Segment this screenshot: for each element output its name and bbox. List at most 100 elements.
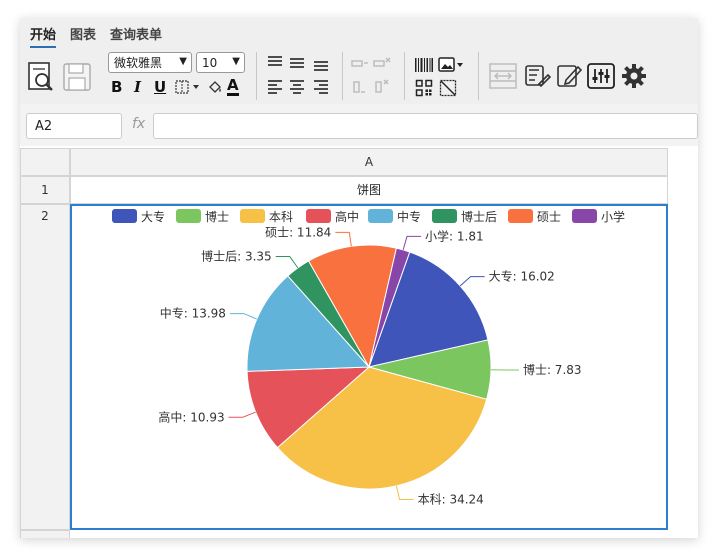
font-color-button[interactable]: A [227,77,239,96]
legend-swatch [240,209,265,223]
legend-item[interactable]: 小学 [572,209,625,224]
app-window: 开始 图表 查询表单 微软雅黑 ▼ 10 ▼ B I U A A2 fx A 1… [20,18,698,538]
label-leader-line [395,485,414,501]
select-all-corner[interactable] [20,148,70,176]
legend-label: 硕士 [537,210,561,224]
pencil-edit-icon[interactable] [556,62,584,90]
underline-button[interactable]: U [154,78,166,96]
legend-swatch [432,209,457,223]
tab-start[interactable]: 开始 [30,24,57,48]
data-label: 高中: 10.93 [158,409,224,424]
data-label: 博士: 7.83 [523,362,582,377]
cell-a2-chart[interactable]: 大专 博士 本科 高中 中专 博士后 硕士 小学 大专: 16.02 博士: 7.83 本科: 3… [70,204,668,530]
settings-sliders-icon[interactable] [586,62,616,90]
form-edit-icon[interactable] [524,62,552,90]
toolbar-divider [342,52,343,100]
toolbar-divider [404,52,405,100]
formula-bar: A2 fx [20,104,698,147]
column-width-icon[interactable] [488,62,518,90]
legend-item[interactable]: 高中 [306,209,359,224]
data-label: 中专: 13.98 [160,306,226,321]
vertical-align-group [266,54,334,72]
data-label: 博士后: 3.35 [201,249,272,264]
ribbon-toolbar: 开始 图表 查询表单 微软雅黑 ▼ 10 ▼ B I U A [20,18,698,104]
font-size-select[interactable]: 10 ▼ [196,52,245,73]
label-leader-line [275,256,299,269]
font-family-value: 微软雅黑 [114,56,163,70]
legend-swatch [176,209,201,223]
chart-legend: 大专 博士 本科 高中 中专 博士后 硕士 小学 [112,209,625,224]
legend-swatch [572,209,597,223]
legend-item[interactable]: 本科 [240,209,293,224]
label-leader-line [402,235,422,251]
insert-delete-group [350,56,394,98]
legend-label: 小学 [601,209,625,224]
fill-color-icon[interactable] [206,78,224,96]
row-header-2[interactable]: 2 [20,204,70,530]
gear-icon[interactable] [620,62,648,90]
print-preview-icon[interactable] [24,60,58,94]
tab-query-form[interactable]: 查询表单 [110,24,162,48]
legend-label: 大专 [141,209,165,224]
pie-chart: 大专 博士 本科 高中 中专 博士后 硕士 小学 大专: 16.02 博士: 7.83 本科: 3… [112,209,625,507]
align-bottom-icon [314,61,328,71]
legend-item[interactable]: 硕士 [508,209,561,224]
pie-slices [246,244,492,490]
legend-label: 高中 [335,209,359,224]
horizontal-align-group [266,78,334,96]
legend-item[interactable]: 博士后 [432,209,497,224]
legend-swatch [306,209,331,223]
legend-item[interactable]: 大专 [112,209,165,224]
legend-label: 本科 [269,210,293,224]
data-label: 硕士: 11.84 [265,225,331,239]
font-family-select[interactable]: 微软雅黑 ▼ [108,52,192,73]
insert-column-icon [353,81,365,93]
label-leader-line [335,231,352,247]
row-header-1[interactable]: 1 [20,176,70,204]
delete-row-icon [373,57,391,67]
fx-label: fx [132,116,146,132]
cell-a1[interactable]: 饼图 [70,176,668,204]
data-label: 小学: 1.81 [425,228,484,243]
italic-button[interactable]: I [134,78,141,96]
bold-button[interactable]: B [111,78,122,96]
legend-label: 博士后 [461,209,497,224]
label-leader-line [229,313,258,320]
align-left-icon [268,80,282,94]
legend-swatch [368,209,393,223]
formula-input[interactable] [153,113,698,139]
qrcode-icon[interactable] [414,78,434,98]
cell-reference-box[interactable]: A2 [26,113,122,139]
data-label: 本科: 34.24 [418,493,484,507]
legend-label: 博士 [205,209,229,224]
font-size-value: 10 [202,55,218,70]
ribbon-tabs: 开始 图表 查询表单 [30,24,162,48]
label-leader-line [459,276,485,287]
label-leader-line [228,411,256,418]
toolbar-divider [256,52,257,100]
align-top-icon [268,56,282,66]
toolbar-divider [478,52,479,100]
align-right-icon [314,80,328,94]
legend-item[interactable]: 中专 [368,209,421,224]
legend-swatch [508,209,533,223]
legend-swatch [112,209,137,223]
border-icon[interactable] [174,79,202,95]
spreadsheet-grid: A 1 饼图 2 大专 博士 本科 高中 中专 博士后 硕士 小学 大专: 16.02 博士: … [20,146,698,538]
chevron-down-icon: ▼ [232,56,240,67]
row-header-3[interactable] [20,530,70,538]
insert-row-icon [351,60,368,67]
legend-label: 中专 [397,209,421,224]
data-label: 大专: 16.02 [489,269,555,284]
column-header-a[interactable]: A [70,148,668,176]
legend-item[interactable]: 博士 [176,209,229,224]
barcode-icon[interactable] [414,56,434,74]
diagonal-line-icon[interactable] [438,78,458,98]
align-middle-icon [290,58,304,68]
image-icon[interactable] [438,56,466,74]
chevron-down-icon: ▼ [179,56,187,67]
tab-chart[interactable]: 图表 [70,24,96,48]
align-center-icon [290,80,304,94]
delete-column-icon [375,79,389,93]
save-icon[interactable] [60,60,94,94]
